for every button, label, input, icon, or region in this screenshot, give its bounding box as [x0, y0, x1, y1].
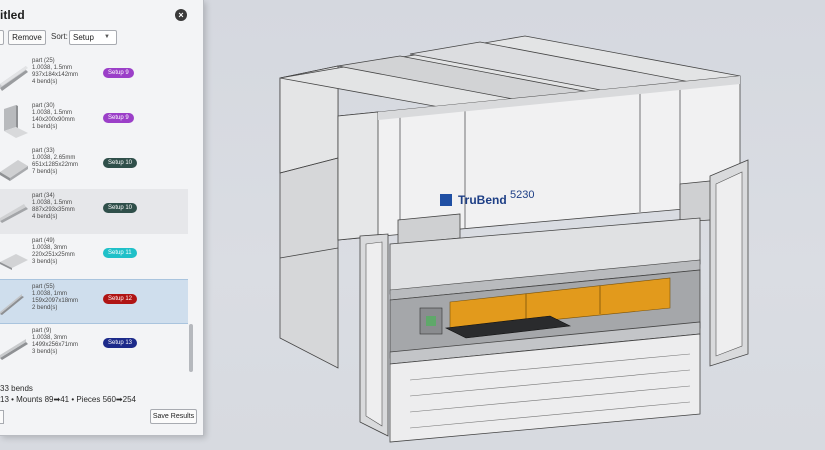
part-bends: 4 bend(s)	[32, 214, 58, 220]
setup-badge: Setup 9	[103, 113, 134, 123]
panel-toolbar: Remove Sort: Setup ▼	[0, 30, 203, 46]
plate-icon	[0, 254, 28, 270]
setup-badge: Setup 12	[103, 294, 138, 304]
rail-icon	[0, 339, 28, 360]
save-results-button[interactable]: Save Results	[150, 409, 197, 424]
part-name: part (25)	[32, 58, 55, 64]
remove-button[interactable]: Remove	[8, 30, 46, 45]
part-dims: 887x293x35mm	[32, 207, 75, 213]
part-name: part (33)	[32, 148, 55, 154]
sort-label: Sort:	[51, 32, 68, 41]
add-button[interactable]	[0, 30, 4, 45]
part-dims: 651x1285x22mm	[32, 162, 79, 168]
tray-icon	[0, 160, 28, 181]
part-material: 1.0038, 1.5mm	[32, 110, 73, 116]
channel-icon	[0, 204, 28, 223]
list-item[interactable]: part (33) 1.0038, 2.65mm 651x1285x22mm 7…	[0, 144, 188, 189]
part-name: part (55)	[32, 284, 55, 290]
setup-badge: Setup 10	[103, 203, 138, 213]
setup-badge: Setup 11	[103, 248, 137, 258]
list-item[interactable]: part (30) 1.0038, 1.5mm 140x200x90mm 1 b…	[0, 99, 188, 144]
part-dims: 937x184x142mm	[32, 72, 79, 78]
part-material: 1.0038, 1.5mm	[32, 200, 73, 206]
part-bends: 1 bend(s)	[32, 124, 58, 130]
part-material: 1.0038, 2.65mm	[32, 155, 76, 161]
scrollbar-thumb[interactable]	[189, 324, 193, 372]
setup-badge: Setup 13	[103, 338, 138, 348]
part-bends: 2 bend(s)	[32, 305, 58, 311]
angle-long-icon	[0, 66, 28, 91]
close-icon[interactable]: ×	[175, 9, 187, 21]
part-dims: 1499x256x71mm	[32, 342, 79, 348]
strip-icon	[0, 294, 24, 315]
part-material: 1.0038, 1mm	[32, 291, 68, 297]
chevron-down-icon: ▼	[104, 34, 110, 40]
part-material: 1.0038, 3mm	[32, 245, 68, 251]
panel-title: itled	[0, 8, 25, 22]
mounts-pieces-summary: 13 • Mounts 89➡41 • Pieces 560➡254	[0, 395, 136, 404]
list-item[interactable]: part (9) 1.0038, 3mm 1499x256x71mm 3 ben…	[0, 324, 188, 369]
brand-text: TruBend	[458, 193, 507, 207]
list-item[interactable]: part (25) 1.0038, 1.5mm 937x184x142mm 4 …	[0, 54, 188, 99]
parts-panel: itled × Remove Sort: Setup ▼ part (25) 1…	[0, 0, 204, 436]
setup-badge: Setup 9	[103, 68, 134, 78]
bracket-icon	[4, 105, 28, 138]
part-material: 1.0038, 3mm	[32, 335, 68, 341]
list-item[interactable]: part (49) 1.0038, 3mm 220x251x25mm 3 ben…	[0, 234, 188, 279]
part-name: part (34)	[32, 193, 55, 199]
part-dims: 159x2097x18mm	[32, 298, 79, 304]
part-bends: 3 bend(s)	[32, 349, 58, 355]
part-name: part (30)	[32, 103, 55, 109]
sort-value: Setup	[73, 33, 94, 42]
part-dims: 140x200x90mm	[32, 117, 75, 123]
list-item[interactable]: part (34) 1.0038, 1.5mm 887x293x35mm 4 b…	[0, 189, 188, 234]
list-item[interactable]: part (55) 1.0038, 1mm 159x2097x18mm 2 be…	[0, 279, 188, 324]
part-name: part (9)	[32, 328, 52, 334]
part-dims: 220x251x25mm	[32, 252, 75, 258]
bends-summary: 33 bends	[0, 384, 33, 393]
footer-button[interactable]	[0, 410, 4, 424]
part-bends: 7 bend(s)	[32, 169, 58, 175]
sort-select[interactable]: Setup ▼	[69, 30, 117, 45]
part-name: part (49)	[32, 238, 55, 244]
press-brake-3d-view[interactable]: TruBend 5230	[270, 8, 810, 448]
part-bends: 3 bend(s)	[32, 259, 58, 265]
setup-badge: Setup 10	[103, 158, 138, 168]
part-material: 1.0038, 1.5mm	[32, 65, 73, 71]
list-scrollbar[interactable]	[188, 56, 194, 374]
trumpf-logo-icon	[440, 194, 452, 206]
part-bends: 4 bend(s)	[32, 79, 58, 85]
model-text: 5230	[510, 189, 534, 201]
